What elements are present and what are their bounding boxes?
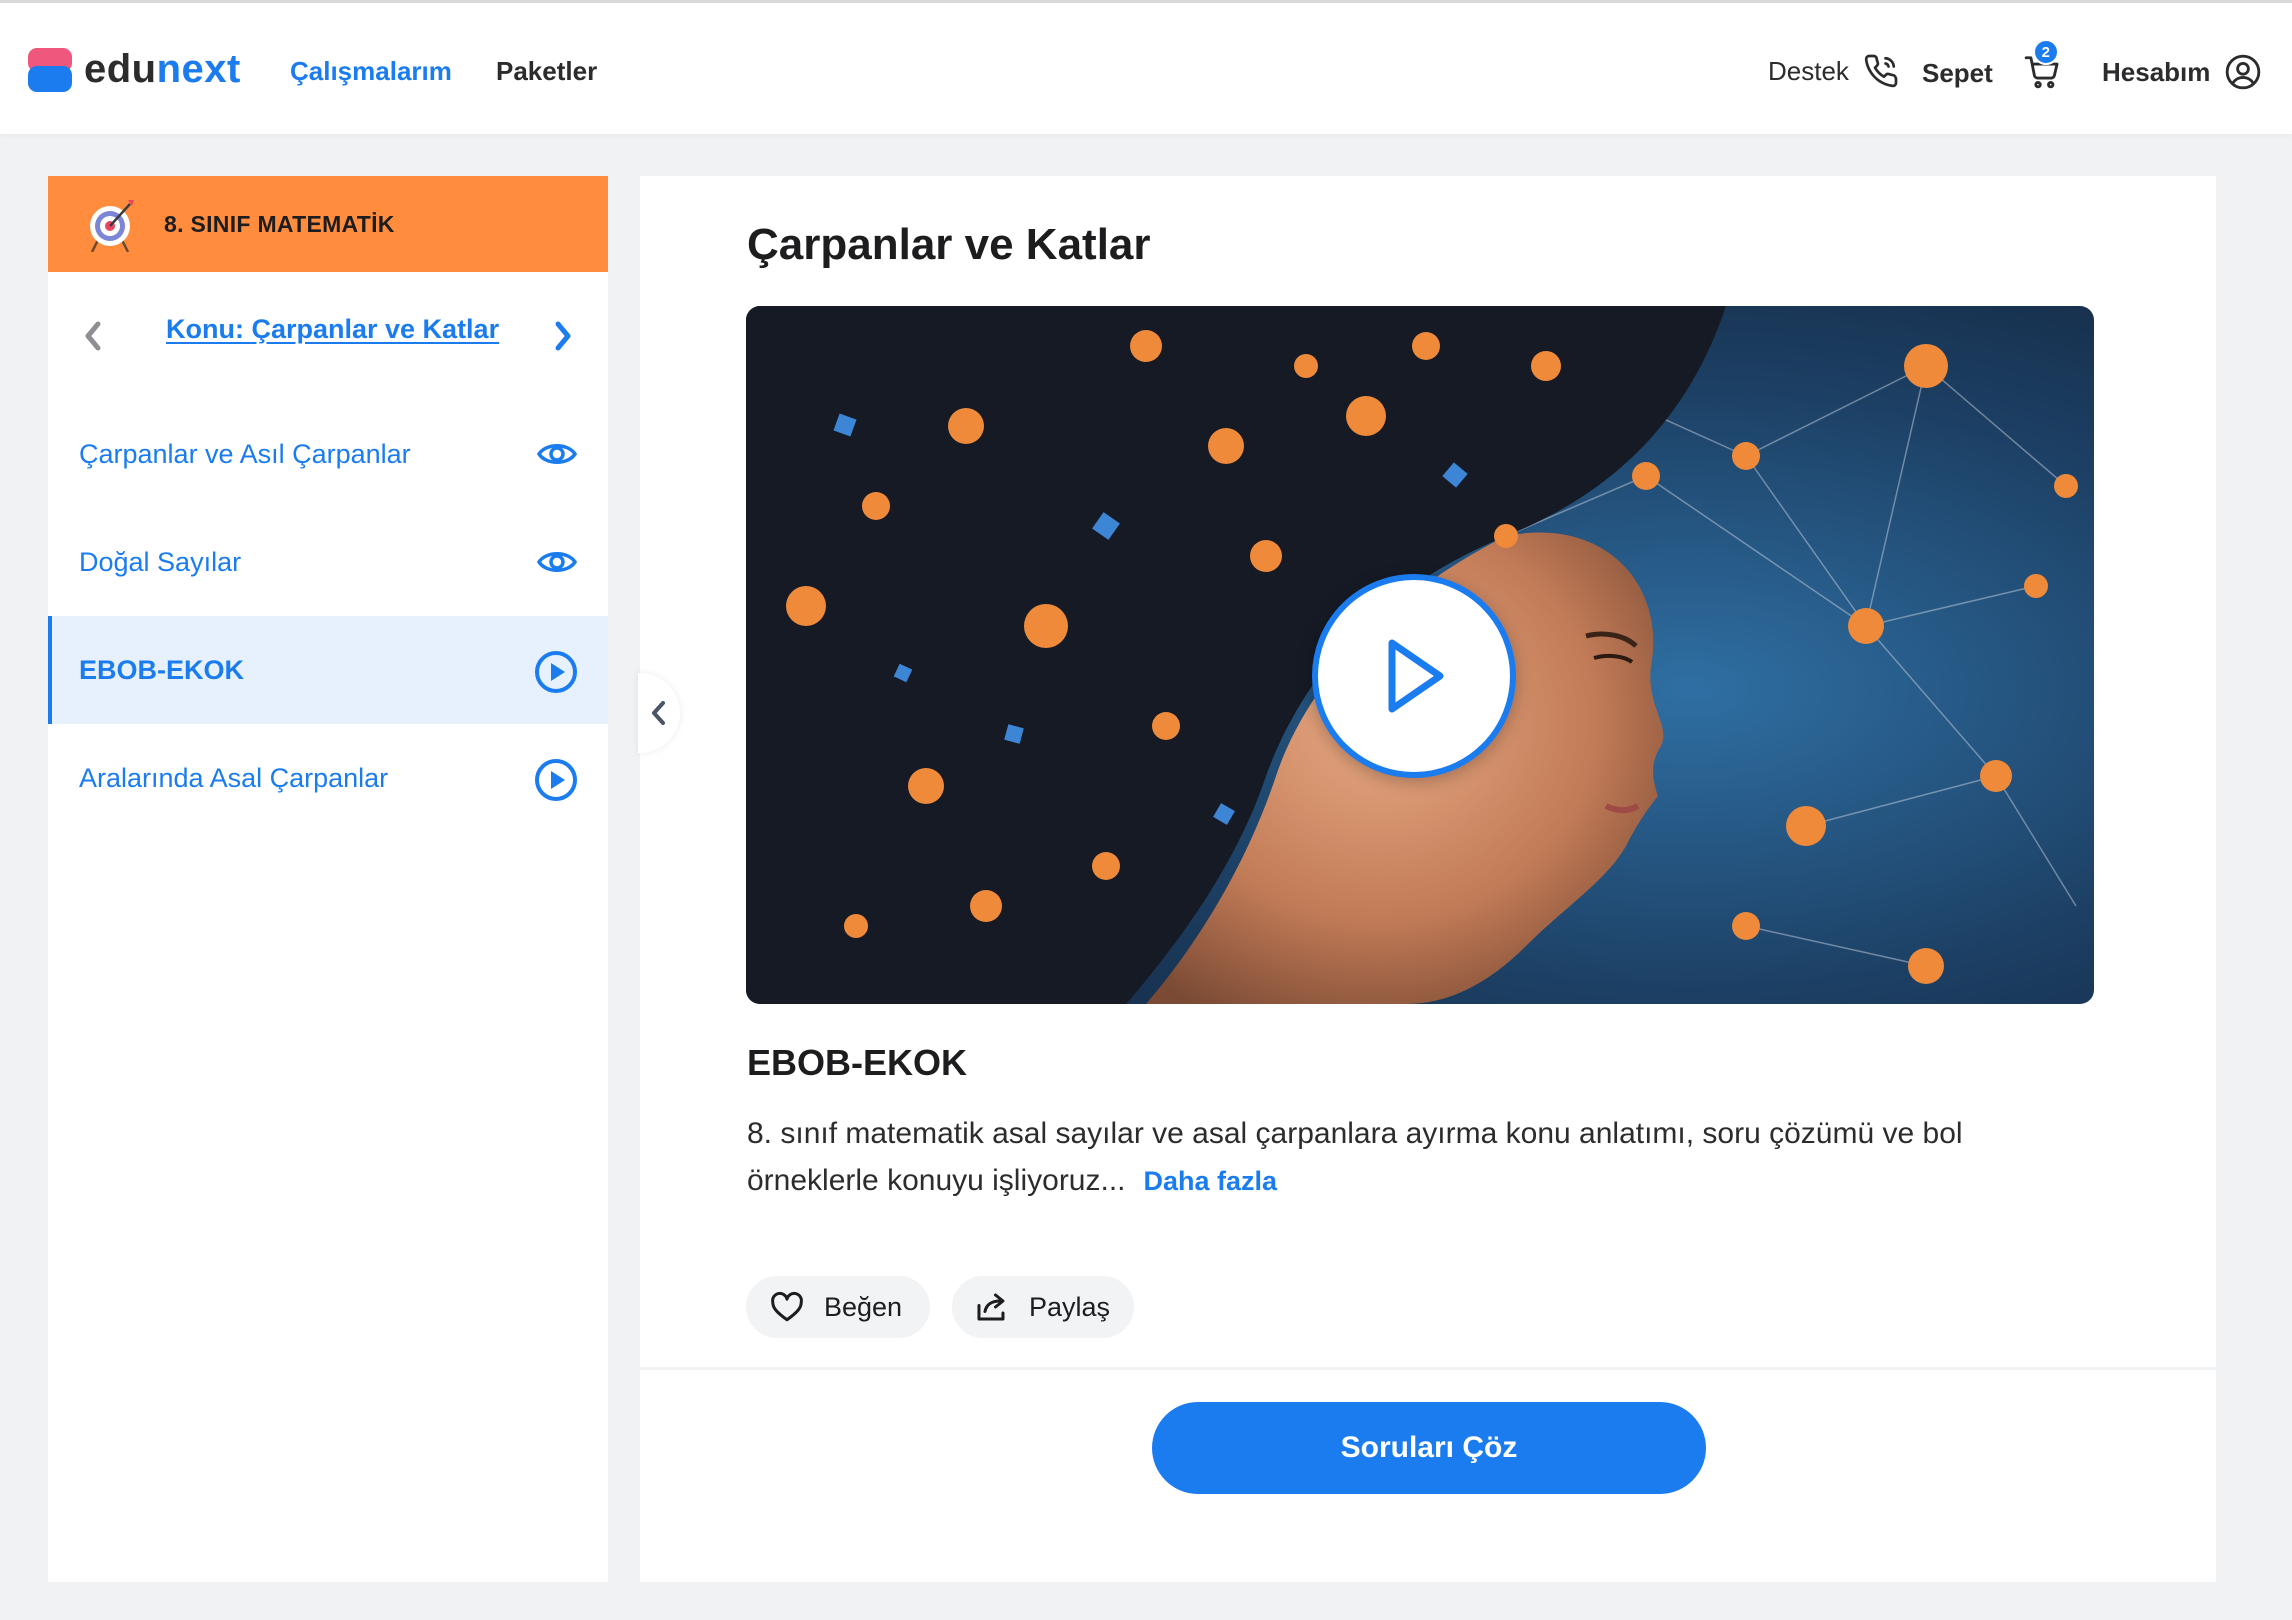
lesson-title: EBOB-EKOK (747, 1042, 968, 1083)
account-label: Hesabım (2102, 56, 2211, 87)
support-label: Destek (1768, 55, 1849, 86)
lesson-label: Doğal Sayılar (79, 546, 242, 577)
chevron-left-icon[interactable] (78, 312, 108, 360)
chevron-right-icon[interactable] (548, 312, 578, 360)
like-label: Beğen (824, 1291, 903, 1322)
like-button[interactable]: Beğen (746, 1276, 930, 1338)
share-label: Paylaş (1028, 1291, 1110, 1322)
lesson-label: Aralarında Asal Çarpanlar (79, 762, 389, 793)
share-button[interactable]: Paylaş (952, 1276, 1134, 1338)
play-circle-icon (535, 759, 577, 801)
course-title: 8. SINIF MATEMATİK (164, 210, 395, 237)
lesson-item-aralarinda-asal[interactable]: Aralarında Asal Çarpanlar (48, 724, 608, 832)
page-title: Çarpanlar ve Katlar (747, 220, 1151, 269)
lesson-item-carpanlar[interactable]: Çarpanlar ve Asıl Çarpanlar (48, 400, 608, 508)
eye-icon (536, 444, 578, 464)
chevron-left-icon (652, 701, 665, 725)
lesson-sidebar: 8. SINIF MATEMATİK Konu: Çarpanlar ve Ka… (48, 176, 608, 1582)
play-button[interactable] (1312, 574, 1516, 778)
play-circle-icon (535, 651, 577, 693)
topic-title-link[interactable]: Konu: Çarpanlar ve Katlar (166, 314, 499, 345)
support-link[interactable]: Destek (1768, 53, 1899, 89)
lesson-label: Çarpanlar ve Asıl Çarpanlar (79, 438, 411, 469)
eye-icon (536, 552, 578, 572)
play-icon (1388, 639, 1444, 713)
heart-icon (771, 1291, 803, 1322)
user-circle-icon (2226, 54, 2261, 90)
lesson-label: EBOB-EKOK (79, 654, 245, 685)
course-header: 8. SINIF MATEMATİK (48, 176, 608, 272)
lesson-item-dogal-sayilar[interactable]: Doğal Sayılar (48, 508, 608, 616)
account-link[interactable]: Hesabım (2102, 53, 2262, 91)
lesson-description: 8. sınıf matematik asal sayılar ve asal … (747, 1110, 2047, 1205)
target-icon (90, 200, 134, 252)
lesson-item-ebob-ekok[interactable]: EBOB-EKOK (48, 616, 608, 724)
nav-paketler[interactable]: Paketler (496, 56, 597, 87)
logo-mark-icon (28, 47, 72, 92)
content-divider (640, 1367, 2216, 1370)
edunext-logo[interactable]: edunext (28, 47, 241, 92)
lesson-content: Çarpanlar ve Katlar EBOB-EKOK 8. sınıf m… (640, 176, 2216, 1582)
read-more-link[interactable]: Daha fazla (1144, 1166, 1278, 1196)
solve-questions-button[interactable]: Soruları Çöz (1152, 1402, 1706, 1494)
description-text: 8. sınıf matematik asal sayılar ve asal … (747, 1117, 1963, 1197)
video-player[interactable] (746, 306, 2094, 1004)
cart-label: Sepet (1922, 57, 1993, 88)
top-header: edunext Çalışmalarım Paketler Destek Sep… (0, 0, 2292, 134)
phone-icon (1864, 54, 1898, 88)
nav-calismalarim[interactable]: Çalışmalarım (290, 56, 452, 87)
share-icon (977, 1293, 1005, 1321)
topic-navigator: Konu: Çarpanlar ve Katlar (48, 272, 608, 400)
cart-link[interactable]: Sepet 2 (1922, 39, 2059, 93)
cart-count-badge: 2 (2032, 39, 2059, 65)
logo-text: edunext (84, 47, 241, 91)
